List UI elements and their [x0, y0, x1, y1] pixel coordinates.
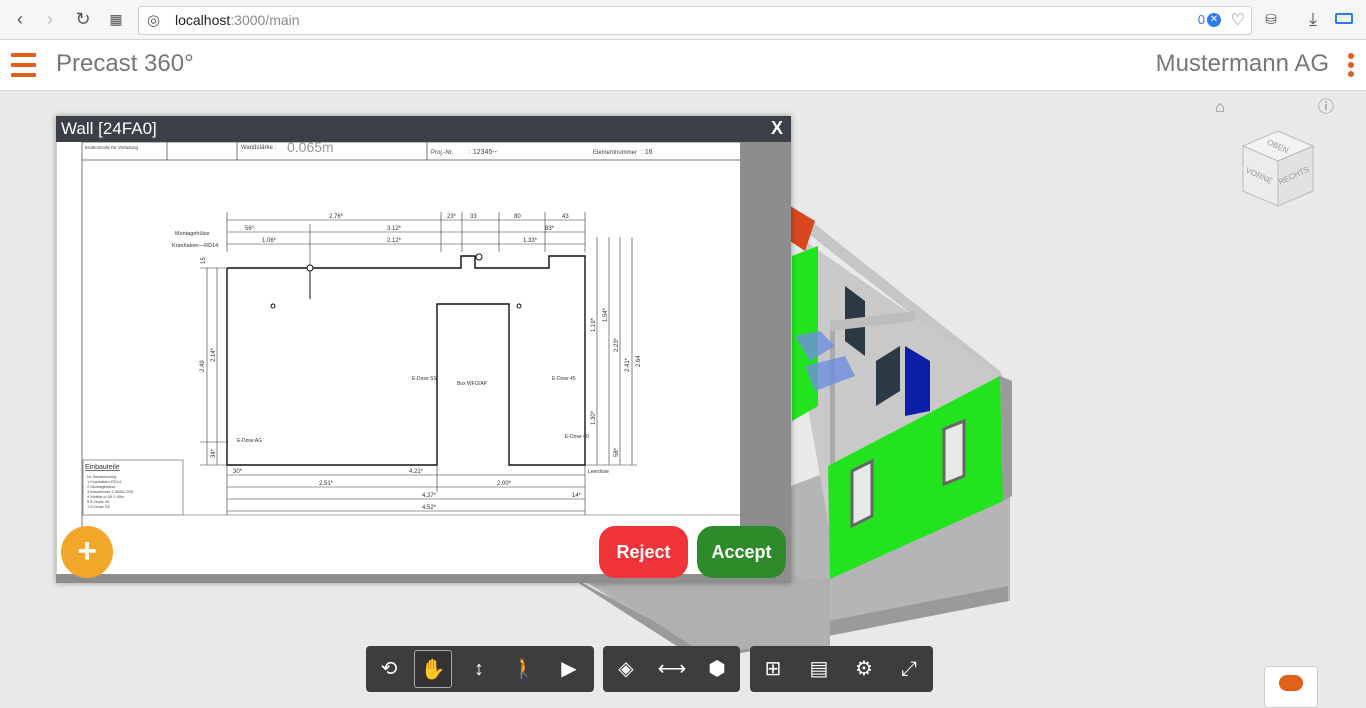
label-box: Box WF/2/AP	[457, 381, 488, 387]
section-icon[interactable]: ◈	[607, 650, 645, 688]
extension-icon[interactable]: ⛁	[1261, 9, 1281, 29]
dim-top-c: 80	[514, 214, 521, 220]
dim-left-total: 2.49	[200, 360, 206, 372]
navigation-toolbar: ⟲ ✋ ↕ 🚶 ▶	[366, 646, 594, 692]
globe-icon: ◎	[147, 12, 161, 29]
label-edose-40: E-Dose 40	[565, 434, 589, 440]
element-value: : 16	[641, 149, 653, 156]
chat-button[interactable]	[1264, 666, 1318, 708]
dim-right-g: 58*	[614, 447, 620, 457]
model-tree-icon[interactable]: ⊞	[754, 650, 792, 688]
model-toolbar: ◈ ⟷ ⬢	[603, 646, 740, 692]
dim-k2: 2.12*	[387, 238, 402, 244]
dim-right-c: 2.23*	[614, 337, 620, 352]
row-kran: Kranhaken—RD14	[172, 243, 218, 249]
dim-top-b: 33	[470, 214, 477, 220]
url-host: localhost	[175, 12, 231, 28]
fullscreen-icon[interactable]: ⤢	[890, 650, 928, 688]
adblock-shield-icon[interactable]: ✕	[1207, 13, 1221, 27]
dim-right-e: 2.64	[636, 355, 642, 367]
settings-toolbar: ⊞ ▤ ⚙ ⤢	[750, 646, 933, 692]
dialog-header[interactable]: Wall [24FA0] X	[56, 116, 791, 142]
dim-bot-f: 14*	[572, 493, 582, 499]
reject-button[interactable]: Reject	[599, 526, 688, 578]
label-edose-45: E-Dose 45	[552, 376, 576, 382]
parts-title: Einbauteile	[85, 464, 120, 471]
dim-left-b: 15	[201, 257, 207, 264]
header-left: Endkontrolle für Verladung	[85, 145, 139, 150]
dim-bot-c: 2.51*	[319, 481, 334, 487]
dim-bot-g: 4.52*	[422, 505, 437, 511]
dim-m3: 83*	[545, 226, 555, 232]
dim-right-a: 1.19*	[591, 317, 597, 332]
dim-k3: 1.33*	[523, 238, 538, 244]
info-icon[interactable]: ⓘ	[1315, 97, 1337, 119]
wall-dialog: Wall [24FA0] X Endkontrolle für Verladun…	[56, 116, 791, 583]
adblock-count: 0	[1197, 12, 1205, 27]
settings-icon[interactable]: ⚙	[845, 650, 883, 688]
camera-icon[interactable]: ▶	[550, 650, 588, 688]
home-view-icon[interactable]: ⌂	[1209, 97, 1231, 119]
download-icon[interactable]: ⤓	[1303, 9, 1323, 29]
chat-icon	[1279, 675, 1303, 691]
app-header: Precast 360° Mustermann AG	[0, 40, 1366, 91]
measure-icon[interactable]: ⟷	[653, 650, 691, 688]
forward-icon[interactable]: ›	[40, 9, 60, 29]
dim-right-f: 1.30*	[591, 410, 597, 425]
technical-drawing[interactable]: Endkontrolle für Verladung Wandstärke : …	[56, 142, 741, 574]
address-bar[interactable]: ◎ localhost:3000/main 0 ✕ ♡	[138, 6, 1252, 35]
dim-right-d: 2.41*	[625, 357, 631, 372]
label-edose-ss: E-Dose SS	[412, 376, 437, 382]
label-edose-ag: E-Dose AG	[237, 438, 262, 444]
back-icon[interactable]: ‹	[10, 9, 30, 29]
menu-icon[interactable]	[11, 53, 36, 77]
close-button[interactable]: X	[771, 118, 783, 139]
pan-icon[interactable]: ✋	[414, 650, 452, 688]
dim-m2: 3.12*	[387, 226, 402, 232]
element-label: Elementnummer	[593, 150, 637, 156]
more-options-icon[interactable]	[1348, 53, 1354, 80]
dim-right-b: 1.54*	[603, 307, 609, 322]
properties-icon[interactable]: ▤	[800, 650, 838, 688]
accept-button[interactable]: Accept	[697, 526, 786, 578]
dim-bot-a: 30*	[233, 469, 243, 475]
dim-bot-d: 2.00*	[497, 481, 512, 487]
parts-row: 1 E-Dose SS	[87, 504, 110, 509]
orbit-icon[interactable]: ⟲	[370, 650, 408, 688]
dim-left-c: 34*	[211, 448, 217, 458]
dialog-side-panel	[740, 142, 791, 583]
browser-toolbar: ‹ › ↻ ▦ ◎ localhost:3000/main 0 ✕ ♡ ⛁ ⤓	[0, 0, 1366, 40]
company-name: Mustermann AG	[1155, 50, 1329, 77]
wall-thickness-label: Wandstärke :	[241, 145, 276, 151]
app-title: Precast 360°	[56, 50, 194, 77]
add-button[interactable]: +	[61, 526, 113, 578]
zoom-icon[interactable]: ↕	[460, 650, 498, 688]
dim-top-total: 2.76*	[329, 214, 344, 220]
reload-icon[interactable]: ↻	[73, 9, 93, 29]
dim-top-d: 43	[562, 214, 569, 220]
walk-icon[interactable]: 🚶	[505, 650, 543, 688]
dim-m1: 56*	[245, 226, 255, 232]
url-path: :3000/main	[230, 12, 300, 28]
leerdose-label: Leerdose	[588, 469, 609, 475]
project-value: : 12345--	[469, 149, 498, 156]
explode-icon[interactable]: ⬢	[698, 650, 736, 688]
dim-top-a: 23*	[447, 214, 457, 220]
dim-bot-e: 4.37*	[422, 493, 437, 499]
wall-thickness-value: 0.065m	[287, 142, 334, 155]
viewcube[interactable]: OBEN VORNE RECHTS	[1238, 126, 1318, 216]
tabs-grid-icon[interactable]: ▦	[106, 9, 126, 29]
dim-bot-b: 4.21*	[409, 469, 424, 475]
dim-left-a: 2.14*	[211, 347, 217, 362]
dim-k1: 1.06*	[262, 238, 277, 244]
row-montage: Montagehülse	[175, 231, 210, 237]
battery-icon[interactable]	[1335, 13, 1353, 24]
favorite-heart-icon[interactable]: ♡	[1231, 10, 1245, 30]
dialog-title: Wall [24FA0]	[61, 119, 157, 138]
project-label: Proj.-Nr.	[431, 150, 453, 156]
